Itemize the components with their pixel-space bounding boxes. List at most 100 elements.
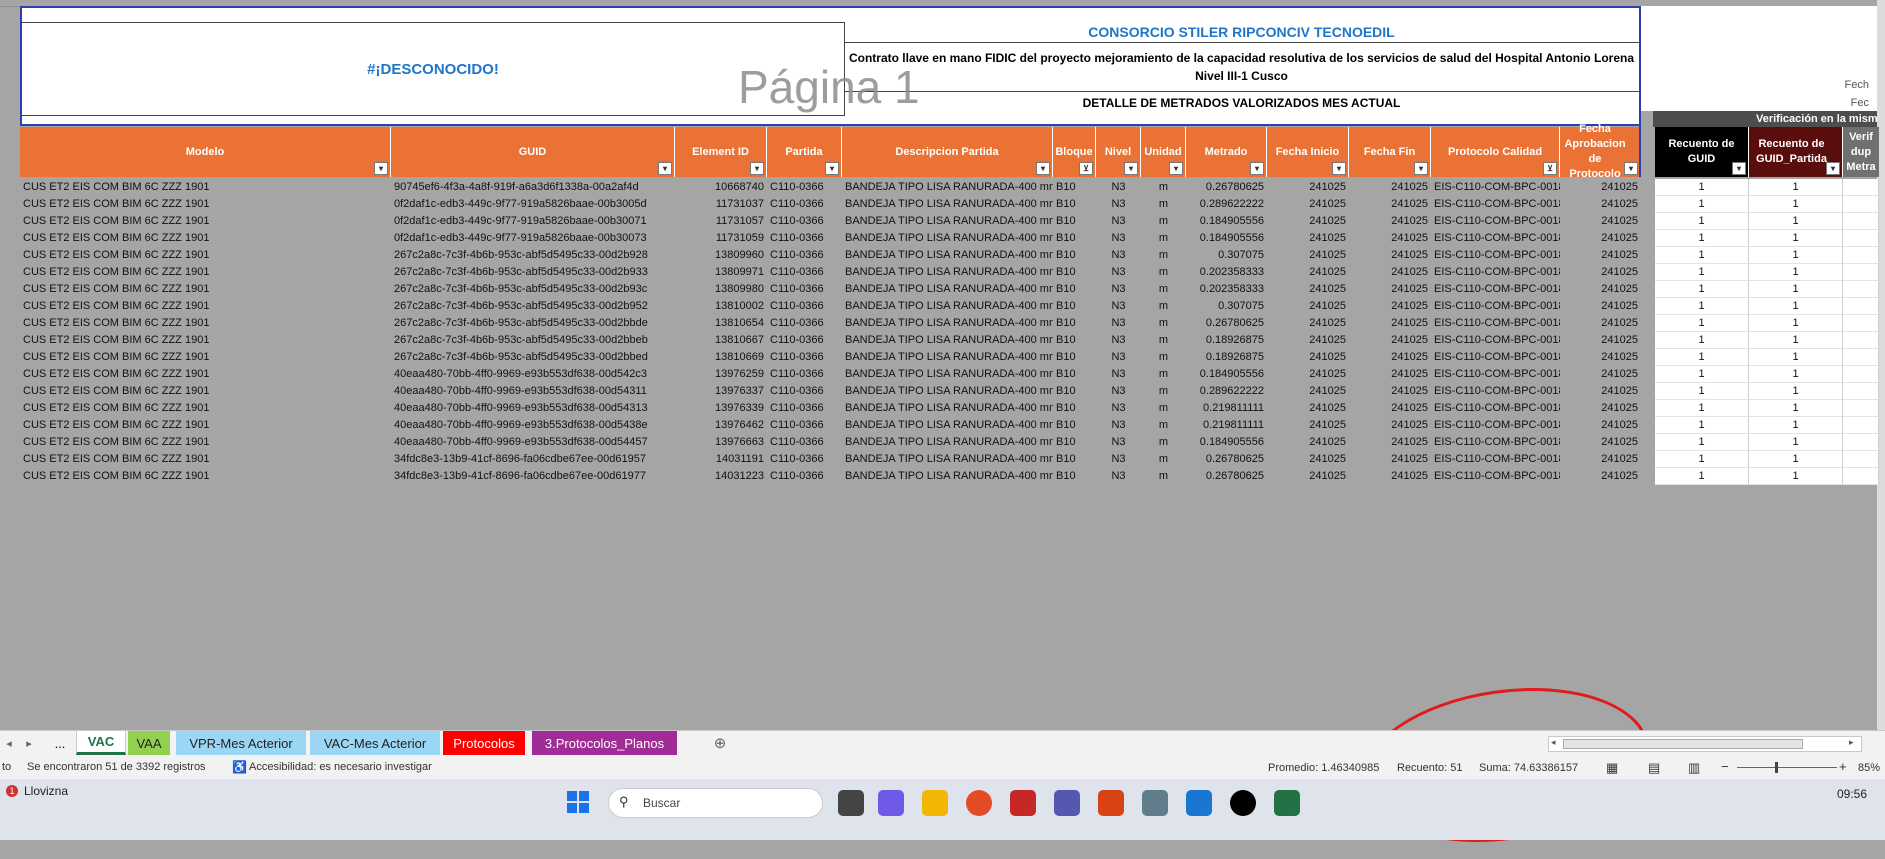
teams-icon[interactable] [1054, 790, 1080, 816]
table-cell[interactable]: 241025 [1560, 400, 1641, 417]
table-cell[interactable]: 1 [1655, 349, 1749, 366]
table-cell[interactable]: 0.307075 [1186, 298, 1267, 315]
table-cell[interactable]: 241025 [1267, 298, 1349, 315]
sheet-tab-vaa[interactable]: VAA [128, 731, 170, 755]
table-cell[interactable]: 241025 [1349, 264, 1431, 281]
table-cell[interactable]: C110-0366 [767, 349, 842, 366]
table-cell[interactable]: 40eaa480-70bb-4ff0-9969-e93b553df638-00d… [391, 383, 675, 400]
table-cell[interactable] [1843, 264, 1879, 281]
table-cell[interactable]: 1 [1749, 196, 1843, 213]
table-cell[interactable]: 1 [1655, 196, 1749, 213]
sheet-tab-protocolos[interactable]: Protocolos [443, 731, 525, 755]
table-cell[interactable]: 241025 [1560, 230, 1641, 247]
table-row[interactable]: CUS ET2 EIS COM BIM 6C ZZZ 1901 267c2a8c-… [20, 281, 1879, 298]
table-cell[interactable]: 241025 [1349, 468, 1431, 485]
filter-dropdown-icon[interactable]: ▾ [1036, 162, 1050, 175]
table-cell[interactable]: 241025 [1267, 349, 1349, 366]
table-cell[interactable]: B10 [1053, 179, 1096, 196]
table-row[interactable]: CUS ET2 EIS COM BIM 6C ZZZ 1901 267c2a8c-… [20, 349, 1879, 366]
column-header[interactable]: Metrado ▾ [1186, 127, 1267, 177]
table-cell[interactable]: 13809980 [675, 281, 767, 298]
table-cell[interactable]: m [1141, 417, 1186, 434]
table-cell[interactable]: 1 [1655, 179, 1749, 196]
table-cell[interactable]: C110-0366 [767, 264, 842, 281]
table-cell[interactable]: 11731059 [675, 230, 767, 247]
table-cell[interactable]: 241025 [1267, 451, 1349, 468]
table-row[interactable]: CUS ET2 EIS COM BIM 6C ZZZ 1901 90745ef6-… [20, 179, 1879, 196]
column-header[interactable]: Element ID ▾ [675, 127, 767, 177]
table-cell[interactable]: 267c2a8c-7c3f-4b6b-953c-abf5d5495c33-00d… [391, 247, 675, 264]
table-row[interactable]: CUS ET2 EIS COM BIM 6C ZZZ 1901 0f2daf1c-… [20, 196, 1879, 213]
table-cell[interactable]: 1 [1749, 230, 1843, 247]
table-cell[interactable]: 267c2a8c-7c3f-4b6b-953c-abf5d5495c33-00d… [391, 264, 675, 281]
table-cell[interactable]: m [1141, 179, 1186, 196]
table-cell[interactable]: 0.26780625 [1186, 179, 1267, 196]
filter-dropdown-icon[interactable]: ▾ [1332, 162, 1346, 175]
table-cell[interactable]: EIS-C110-COM-BPC-0018 [1431, 230, 1560, 247]
table-cell[interactable]: 0.219811111 [1186, 400, 1267, 417]
column-header[interactable]: Fecha Inicio ▾ [1267, 127, 1349, 177]
filter-dropdown-icon[interactable]: ▾ [1250, 162, 1264, 175]
table-cell[interactable] [1843, 298, 1879, 315]
filter-dropdown-icon[interactable]: ▾ [825, 162, 839, 175]
table-cell[interactable]: C110-0366 [767, 451, 842, 468]
table-cell[interactable]: 241025 [1267, 383, 1349, 400]
table-cell[interactable]: N3 [1096, 196, 1141, 213]
column-header[interactable]: Verif dup Metra [1843, 127, 1879, 177]
table-cell[interactable]: B10 [1053, 349, 1096, 366]
table-cell[interactable]: B10 [1053, 230, 1096, 247]
table-cell[interactable]: 1 [1655, 366, 1749, 383]
table-cell[interactable]: 241025 [1349, 315, 1431, 332]
table-cell[interactable]: C110-0366 [767, 332, 842, 349]
table-cell[interactable]: B10 [1053, 315, 1096, 332]
table-cell[interactable]: 13976339 [675, 400, 767, 417]
table-cell[interactable]: 241025 [1267, 417, 1349, 434]
table-cell[interactable]: 241025 [1267, 179, 1349, 196]
task-view-icon[interactable] [838, 790, 864, 816]
table-cell[interactable]: 13976663 [675, 434, 767, 451]
filter-active-icon[interactable]: ⊻ [1079, 162, 1093, 175]
filter-dropdown-icon[interactable]: ▾ [1624, 162, 1638, 175]
column-header[interactable]: Recuento de GUID_Partida ▾ [1749, 127, 1843, 177]
table-cell[interactable]: CUS ET2 EIS COM BIM 6C ZZZ 1901 [20, 349, 391, 366]
table-cell[interactable]: 1 [1655, 281, 1749, 298]
table-cell[interactable]: B10 [1053, 400, 1096, 417]
table-row[interactable]: CUS ET2 EIS COM BIM 6C ZZZ 1901 267c2a8c-… [20, 298, 1879, 315]
table-cell[interactable]: 1 [1749, 366, 1843, 383]
table-cell[interactable]: m [1141, 400, 1186, 417]
table-cell[interactable]: C110-0366 [767, 298, 842, 315]
table-cell[interactable] [1843, 230, 1879, 247]
table-cell[interactable]: 0.26780625 [1186, 451, 1267, 468]
table-cell[interactable]: 13810667 [675, 332, 767, 349]
table-cell[interactable]: 1 [1749, 349, 1843, 366]
table-cell[interactable] [1843, 213, 1879, 230]
page-layout-icon[interactable]: ▤ [1648, 760, 1660, 776]
weather-label[interactable]: Llovizna [24, 784, 68, 798]
table-cell[interactable]: 90745ef6-4f3a-4a8f-919f-a6a3d6f1338a-00a… [391, 179, 675, 196]
table-cell[interactable]: BANDEJA TIPO LISA RANURADA-400 mmx10 [842, 315, 1053, 332]
table-cell[interactable]: m [1141, 196, 1186, 213]
zoom-level[interactable]: 85% [1858, 762, 1880, 774]
table-cell[interactable]: 241025 [1560, 196, 1641, 213]
table-cell[interactable]: EIS-C110-COM-BPC-0018 [1431, 298, 1560, 315]
table-cell[interactable]: 241025 [1349, 417, 1431, 434]
table-cell[interactable]: 1 [1655, 264, 1749, 281]
table-cell[interactable]: 0.18926875 [1186, 332, 1267, 349]
table-cell[interactable]: 10668740 [675, 179, 767, 196]
table-cell[interactable]: 241025 [1349, 349, 1431, 366]
table-cell[interactable] [1843, 383, 1879, 400]
table-cell[interactable]: EIS-C110-COM-BPC-0018 [1431, 179, 1560, 196]
table-cell[interactable]: 34fdc8e3-13b9-41cf-8696-fa06cdbe67ee-00d… [391, 468, 675, 485]
table-cell[interactable]: EIS-C110-COM-BPC-0018 [1431, 468, 1560, 485]
zoom-slider[interactable] [1737, 767, 1837, 768]
table-cell[interactable]: 241025 [1349, 179, 1431, 196]
table-cell[interactable]: C110-0366 [767, 247, 842, 264]
column-header[interactable]: Recuento de GUID ▾ [1655, 127, 1749, 177]
table-cell[interactable]: 241025 [1267, 213, 1349, 230]
chrome-profile-icon[interactable] [1230, 790, 1256, 816]
column-header[interactable]: Fecha Aprobacion de Protocolo ▾ [1560, 123, 1641, 180]
table-cell[interactable]: B10 [1053, 468, 1096, 485]
table-cell[interactable]: m [1141, 281, 1186, 298]
table-cell[interactable]: BANDEJA TIPO LISA RANURADA-400 mmx10 [842, 468, 1053, 485]
column-header[interactable]: Partida ▾ [767, 127, 842, 177]
